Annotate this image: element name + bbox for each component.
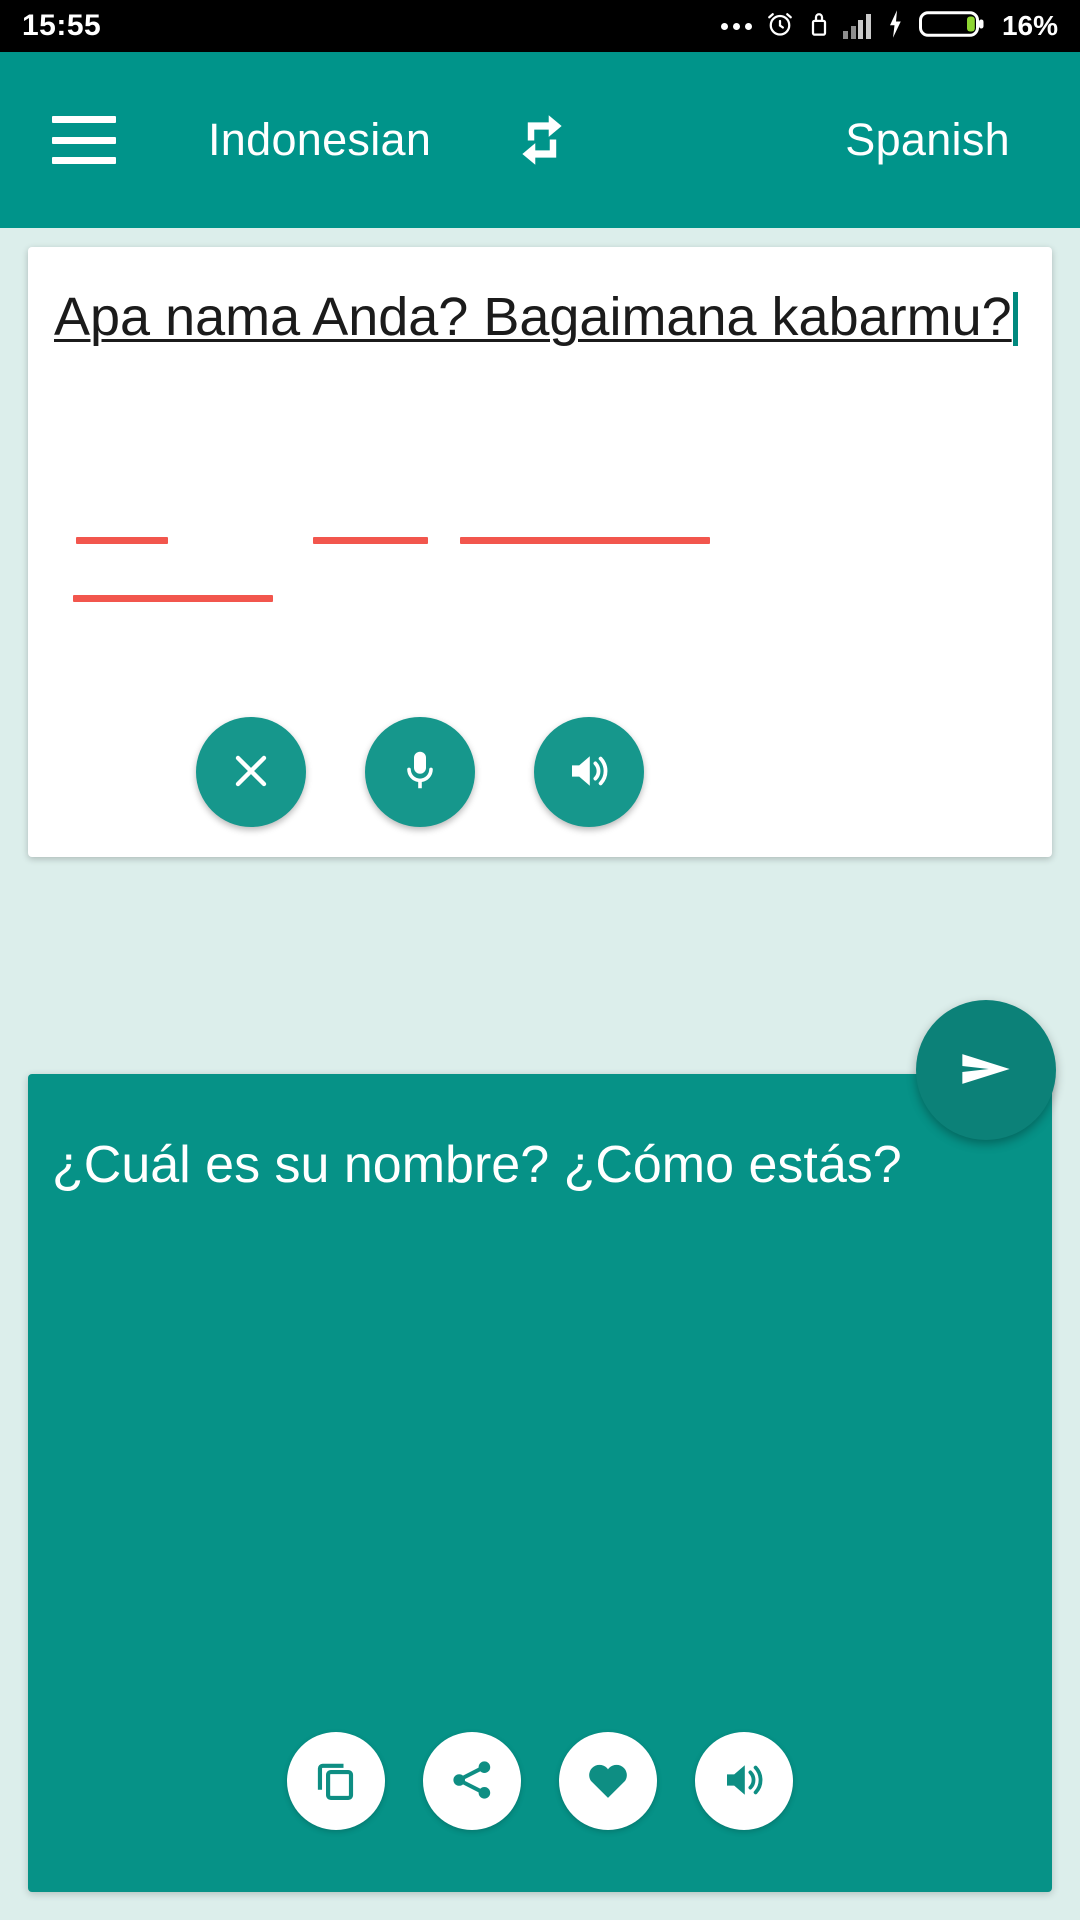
send-icon: [953, 1036, 1019, 1105]
spellcheck-underline: [313, 537, 428, 544]
swap-languages-icon[interactable]: [507, 105, 577, 175]
source-text-input[interactable]: Apa nama Anda? Bagaimana kabarmu?: [54, 287, 1028, 347]
source-language-button[interactable]: Indonesian: [208, 114, 431, 166]
app-bar: Indonesian Spanish: [0, 52, 1080, 228]
spellcheck-underline: [73, 595, 273, 602]
clear-button[interactable]: [196, 717, 306, 827]
translation-result-card: ¿Cuál es su nombre? ¿Cómo estás?: [28, 1074, 1052, 1892]
share-icon: [448, 1756, 496, 1807]
status-icons: 16%: [721, 9, 1058, 44]
microphone-icon: [396, 747, 444, 798]
status-time: 15:55: [22, 9, 102, 42]
copy-icon: [311, 1755, 361, 1808]
more-dots-icon: [721, 22, 753, 30]
source-text-value: Apa nama Anda? Bagaimana kabarmu?: [54, 287, 1012, 347]
lock-icon: [808, 9, 830, 44]
speak-target-button[interactable]: [695, 1732, 793, 1830]
speaker-icon: [565, 747, 613, 798]
share-button[interactable]: [423, 1732, 521, 1830]
voice-input-button[interactable]: [365, 717, 475, 827]
result-actions: [28, 1732, 1052, 1830]
favorite-button[interactable]: [559, 1732, 657, 1830]
target-language-button[interactable]: Spanish: [845, 114, 1010, 166]
status-bar: 15:55 16%: [0, 0, 1080, 52]
hamburger-menu-icon[interactable]: [52, 116, 116, 164]
close-x-icon: [227, 747, 275, 798]
battery-percent-label: 16%: [1001, 10, 1058, 41]
alarm-clock-icon: [765, 9, 795, 44]
translation-text: ¿Cuál es su nombre? ¿Cómo estás?: [52, 1136, 902, 1194]
source-text-card[interactable]: Apa nama Anda? Bagaimana kabarmu?: [28, 247, 1052, 857]
copy-button[interactable]: [287, 1732, 385, 1830]
speak-source-button[interactable]: [534, 717, 644, 827]
heart-icon: [583, 1755, 633, 1808]
text-caret: [1012, 292, 1018, 346]
battery-icon: [918, 9, 985, 44]
charging-bolt-icon: [884, 9, 906, 44]
signal-bars-icon: [843, 13, 871, 39]
spellcheck-underline: [460, 537, 710, 544]
spellcheck-underline: [76, 537, 168, 544]
speaker-icon: [720, 1756, 768, 1807]
translate-send-button[interactable]: [916, 1000, 1056, 1140]
source-actions: [28, 717, 1052, 827]
